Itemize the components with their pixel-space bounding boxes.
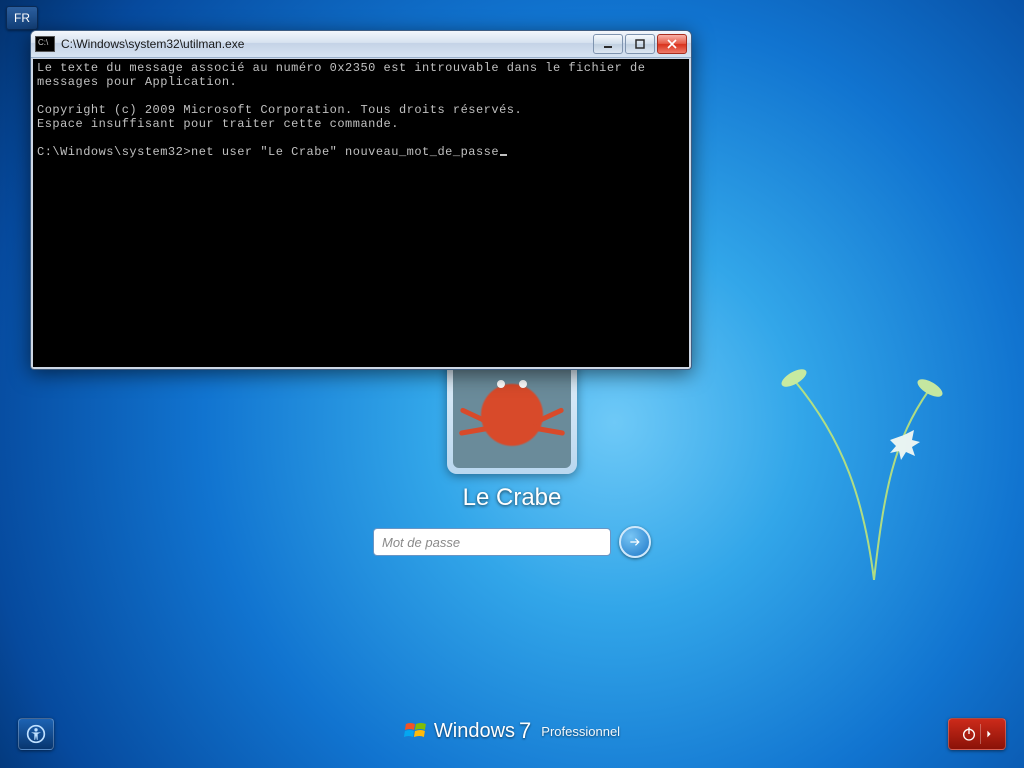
close-icon [667, 39, 677, 49]
close-button[interactable] [657, 34, 687, 54]
password-input[interactable] [373, 528, 611, 556]
chevron-right-icon[interactable] [984, 729, 994, 739]
cmd-icon: C:\ [35, 36, 55, 52]
terminal-output[interactable]: Le texte du message associé au numéro 0x… [31, 58, 691, 369]
brand-version: 7 [519, 718, 531, 744]
accessibility-icon [26, 724, 46, 744]
maximize-icon [635, 39, 645, 49]
power-button[interactable] [948, 718, 1006, 750]
ease-of-access-button[interactable] [18, 718, 54, 750]
windows-logo-icon [404, 719, 428, 743]
submit-login-button[interactable] [619, 526, 651, 558]
window-title: C:\Windows\system32\utilman.exe [61, 37, 593, 51]
user-name-label: Le Crabe [373, 484, 651, 512]
brand-edition: Professionnel [541, 724, 620, 739]
minimize-icon [603, 39, 613, 49]
language-indicator[interactable]: FR [6, 6, 38, 30]
brand-product: Windows [434, 720, 515, 743]
window-titlebar[interactable]: C:\ C:\Windows\system32\utilman.exe [31, 31, 691, 58]
decorative-plant [754, 320, 954, 580]
maximize-button[interactable] [625, 34, 655, 54]
power-icon [961, 726, 977, 742]
windows-branding: Windows 7 Professionnel [404, 718, 620, 744]
login-panel: Le Crabe [373, 344, 651, 558]
minimize-button[interactable] [593, 34, 623, 54]
arrow-right-icon [628, 535, 642, 549]
command-prompt-window[interactable]: C:\ C:\Windows\system32\utilman.exe Le t… [30, 30, 692, 370]
power-menu-divider [980, 724, 981, 744]
